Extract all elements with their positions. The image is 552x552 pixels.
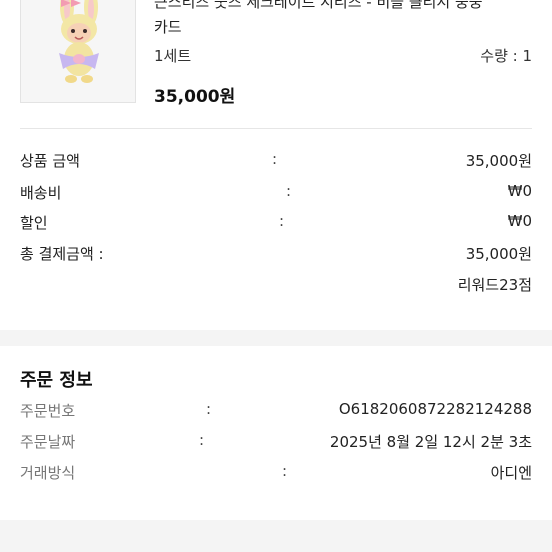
section-gap	[0, 520, 552, 552]
summary-label: 할인	[20, 214, 48, 232]
product-price: 35,000원	[154, 87, 236, 107]
product-quantity: 수량 : 1	[480, 47, 532, 65]
order-info-label: 주문날짜	[20, 433, 76, 451]
trade-method-value: 아디엔	[490, 464, 532, 482]
summary-value: 35,000원	[465, 152, 532, 170]
summary-label: 상품 금액	[20, 152, 80, 170]
product-name-line2[interactable]: 카드	[154, 15, 534, 40]
order-info-row-number: 주문번호 : O6182060872282124288	[20, 400, 532, 424]
summary-value: ₩0	[507, 182, 532, 200]
product-thumbnail[interactable]	[20, 0, 136, 103]
order-info-separator: :	[206, 400, 212, 418]
section-gap	[0, 330, 552, 346]
order-info-title: 주문 정보	[20, 370, 93, 391]
summary-separator: :	[286, 182, 292, 200]
reward-points: 리워드23점	[457, 276, 532, 294]
plush-doll-image	[21, 0, 135, 102]
order-date-value: 2025년 8월 2일 12시 2분 3초	[329, 433, 532, 451]
product-item[interactable]: 큰스티즈 숫즈 세크레이트 시리즈 - 비블 클리시 중중 카드 1세트 수량 …	[0, 0, 552, 123]
summary-label: 배송비	[20, 184, 62, 202]
order-info-row-method: 거래방식 : 아디엔	[20, 462, 532, 486]
summary-separator: :	[272, 150, 278, 168]
summary-separator: :	[279, 212, 285, 230]
summary-row-discount: 할인 : ₩0	[20, 212, 532, 236]
divider	[20, 128, 532, 129]
order-detail-page: 큰스티즈 숫즈 세크레이트 시리즈 - 비블 클리시 중중 카드 1세트 수량 …	[0, 0, 552, 552]
product-name[interactable]: 큰스티즈 숫즈 세크레이트 시리즈 - 비블 클리시 중중 카드	[154, 0, 534, 40]
summary-value: 35,000원	[465, 245, 532, 263]
order-info-row-date: 주문날짜 : 2025년 8월 2일 12시 2분 3초	[20, 431, 532, 455]
summary-row-product-amount: 상품 금액 : 35,000원	[20, 150, 532, 174]
summary-value: ₩0	[507, 212, 532, 230]
order-number-value: O6182060872282124288	[338, 400, 532, 418]
summary-row-shipping: 배송비 : ₩0	[20, 182, 532, 206]
order-info-separator: :	[282, 462, 288, 480]
product-name-line1[interactable]: 큰스티즈 숫즈 세크레이트 시리즈 - 비블 클리시 중중	[154, 0, 534, 15]
summary-row-total: 총 결제금액 : 35,000원	[20, 243, 532, 267]
product-option: 1세트	[154, 47, 192, 65]
order-info-separator: :	[199, 431, 205, 449]
order-info-label: 거래방식	[20, 464, 76, 482]
summary-label: 총 결제금액 :	[20, 245, 104, 263]
order-info-label: 주문번호	[20, 402, 76, 420]
